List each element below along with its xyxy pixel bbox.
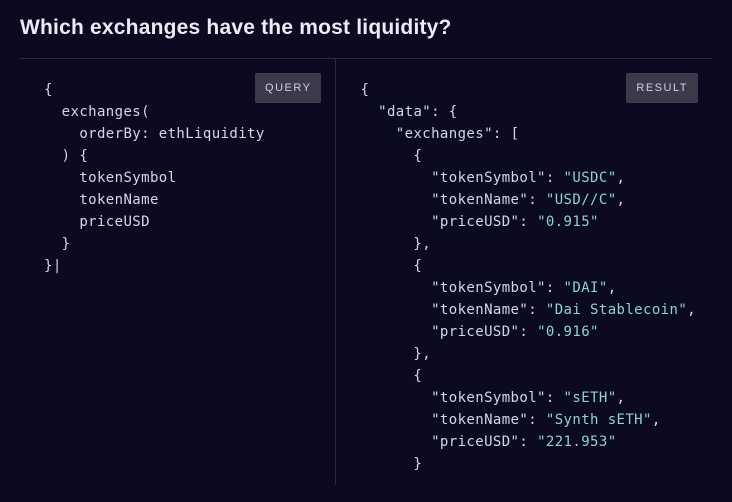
code-panels: QUERY { exchanges( orderBy: ethLiquidity… xyxy=(20,58,712,485)
query-panel: QUERY { exchanges( orderBy: ethLiquidity… xyxy=(20,59,336,485)
page-title: Which exchanges have the most liquidity? xyxy=(20,16,712,40)
query-code[interactable]: { exchanges( orderBy: ethLiquidity ) { t… xyxy=(44,79,319,277)
query-badge: QUERY xyxy=(255,73,321,103)
result-badge: RESULT xyxy=(626,73,698,103)
result-code: { "data": { "exchanges": [ { "tokenSymbo… xyxy=(360,79,696,475)
result-panel: RESULT { "data": { "exchanges": [ { "tok… xyxy=(336,59,712,485)
